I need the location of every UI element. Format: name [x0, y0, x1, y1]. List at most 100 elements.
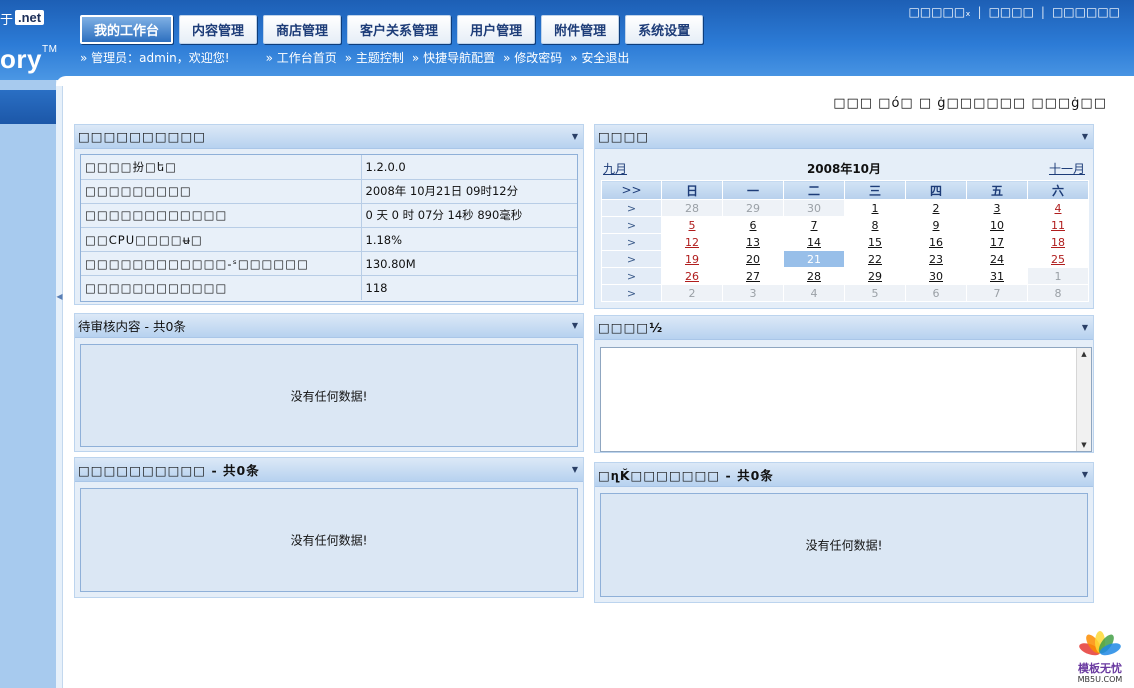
- calendar-day[interactable]: 3: [966, 199, 1028, 217]
- calendar-day-link[interactable]: 18: [1051, 236, 1065, 249]
- calendar-day-link[interactable]: 24: [990, 253, 1004, 266]
- calendar-day[interactable]: 11: [1027, 216, 1089, 234]
- tab-system-settings[interactable]: 系统设置: [625, 15, 704, 44]
- top-link-3[interactable]: □□□□□□: [1052, 5, 1120, 19]
- calendar-day-link[interactable]: 16: [929, 236, 943, 249]
- week-select-arrow[interactable]: >: [601, 284, 662, 302]
- calendar-day-link[interactable]: 17: [990, 236, 1004, 249]
- link-workbench-home[interactable]: 工作台首页: [266, 49, 337, 66]
- top-link-1[interactable]: □□□□□ₓ: [909, 5, 971, 19]
- scroll-up-icon[interactable]: ▲: [1077, 350, 1091, 358]
- empty-message: 没有任何数据!: [805, 538, 883, 553]
- calendar-day[interactable]: 16: [905, 233, 967, 251]
- calendar-day-link[interactable]: 12: [685, 236, 699, 249]
- calendar-day-link[interactable]: 9: [933, 219, 940, 232]
- link-logout[interactable]: 安全退出: [570, 49, 629, 66]
- calendar-day[interactable]: 30: [905, 267, 967, 285]
- calendar-day[interactable]: 23: [905, 250, 967, 268]
- notes-scrollbar[interactable]: ▲ ▼: [1076, 348, 1091, 451]
- calendar-day[interactable]: 17: [966, 233, 1028, 251]
- panel-title: □□□□½: [598, 320, 664, 335]
- calendar-day[interactable]: 26: [661, 267, 723, 285]
- calendar-day-link[interactable]: 7: [811, 219, 818, 232]
- calendar-day-link[interactable]: 2: [933, 202, 940, 215]
- chevron-down-icon[interactable]: ▼: [572, 132, 578, 141]
- calendar-day-link[interactable]: 5: [689, 219, 696, 232]
- calendar-day[interactable]: 1: [844, 199, 906, 217]
- calendar-day[interactable]: 13: [722, 233, 784, 251]
- calendar-day-link[interactable]: 31: [990, 270, 1004, 283]
- calendar-day-link[interactable]: 15: [868, 236, 882, 249]
- main-area-top: [56, 76, 1134, 86]
- calendar-day-link[interactable]: 10: [990, 219, 1004, 232]
- tab-my-workbench[interactable]: 我的工作台: [80, 15, 174, 44]
- calendar-day-link[interactable]: 13: [746, 236, 760, 249]
- next-month-link[interactable]: 十一月: [1049, 160, 1085, 177]
- calendar-day-link[interactable]: 11: [1051, 219, 1065, 232]
- link-theme-control[interactable]: 主题控制: [345, 49, 404, 66]
- calendar-day[interactable]: 18: [1027, 233, 1089, 251]
- calendar-day[interactable]: 27: [722, 267, 784, 285]
- calendar-day-link[interactable]: 25: [1051, 253, 1065, 266]
- calendar-day[interactable]: 24: [966, 250, 1028, 268]
- calendar-day-link[interactable]: 14: [807, 236, 821, 249]
- calendar-day-link[interactable]: 20: [746, 253, 760, 266]
- calendar-day-link[interactable]: 8: [872, 219, 879, 232]
- calendar-day-link[interactable]: 1: [872, 202, 879, 215]
- sidebar-splitter[interactable]: [56, 80, 63, 688]
- scroll-down-icon[interactable]: ▼: [1077, 441, 1091, 449]
- tab-user-management[interactable]: 用户管理: [457, 15, 536, 44]
- notes-textarea[interactable]: [600, 347, 1092, 452]
- chevron-down-icon[interactable]: ▼: [1082, 323, 1088, 332]
- calendar-day-link[interactable]: 28: [807, 270, 821, 283]
- chevron-down-icon[interactable]: ▼: [1082, 132, 1088, 141]
- calendar-day[interactable]: 19: [661, 250, 723, 268]
- chevron-down-icon[interactable]: ▼: [572, 321, 578, 330]
- sidebar-active-item[interactable]: [0, 90, 56, 124]
- calendar-day-link[interactable]: 22: [868, 253, 882, 266]
- calendar-day[interactable]: 25: [1027, 250, 1089, 268]
- calendar-day[interactable]: 31: [966, 267, 1028, 285]
- calendar-day[interactable]: 22: [844, 250, 906, 268]
- tab-crm[interactable]: 客户关系管理: [347, 15, 452, 44]
- calendar-day[interactable]: 15: [844, 233, 906, 251]
- calendar-day-link[interactable]: 26: [685, 270, 699, 283]
- calendar-day[interactable]: 4: [1027, 199, 1089, 217]
- calendar-day[interactable]: 28: [783, 267, 845, 285]
- calendar-day[interactable]: 8: [844, 216, 906, 234]
- calendar-day[interactable]: 5: [661, 216, 723, 234]
- calendar-day-link[interactable]: 30: [929, 270, 943, 283]
- week-column-header[interactable]: >>: [601, 180, 662, 200]
- week-select-arrow[interactable]: >: [601, 199, 662, 217]
- link-quick-nav-config[interactable]: 快捷导航配置: [412, 49, 495, 66]
- calendar-day[interactable]: 20: [722, 250, 784, 268]
- week-select-arrow[interactable]: >: [601, 216, 662, 234]
- tab-store-management[interactable]: 商店管理: [263, 15, 342, 44]
- calendar-day-link[interactable]: 29: [868, 270, 882, 283]
- calendar-day[interactable]: 12: [661, 233, 723, 251]
- week-select-arrow[interactable]: >: [601, 267, 662, 285]
- calendar-day[interactable]: 21: [783, 250, 845, 268]
- calendar-day-link[interactable]: 19: [685, 253, 699, 266]
- chevron-down-icon[interactable]: ▼: [1082, 470, 1088, 479]
- collapse-arrow-icon[interactable]: ◀: [56, 292, 63, 301]
- calendar-day-link[interactable]: 27: [746, 270, 760, 283]
- tab-attachment-management[interactable]: 附件管理: [541, 15, 620, 44]
- calendar-day-link[interactable]: 3: [994, 202, 1001, 215]
- calendar-day-link[interactable]: 6: [750, 219, 757, 232]
- week-select-arrow[interactable]: >: [601, 233, 662, 251]
- calendar-day[interactable]: 6: [722, 216, 784, 234]
- calendar-day[interactable]: 2: [905, 199, 967, 217]
- chevron-down-icon[interactable]: ▼: [572, 465, 578, 474]
- week-select-arrow[interactable]: >: [601, 250, 662, 268]
- calendar-day[interactable]: 9: [905, 216, 967, 234]
- calendar-day-link[interactable]: 4: [1055, 202, 1062, 215]
- calendar-day[interactable]: 29: [844, 267, 906, 285]
- calendar-day[interactable]: 7: [783, 216, 845, 234]
- tab-content-management[interactable]: 内容管理: [179, 15, 258, 44]
- calendar-day[interactable]: 10: [966, 216, 1028, 234]
- link-change-password[interactable]: 修改密码: [503, 49, 562, 66]
- calendar-day-link[interactable]: 23: [929, 253, 943, 266]
- calendar-day[interactable]: 14: [783, 233, 845, 251]
- top-link-2[interactable]: □□□□: [989, 5, 1034, 19]
